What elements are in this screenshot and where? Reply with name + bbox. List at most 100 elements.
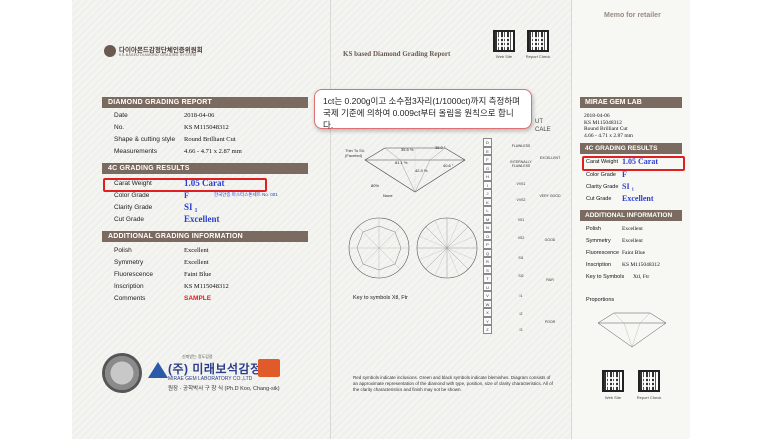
c4-row-clarity: Clarity Grade SI ₁ xyxy=(114,202,304,214)
scale-letter: W xyxy=(483,299,492,308)
report-section-title: DIAMOND GRADING REPORT xyxy=(102,97,308,108)
scale-letter: Q xyxy=(483,248,492,257)
memo-website-qr-caption: Web Site xyxy=(604,395,622,400)
report-check-qr-icon[interactable] xyxy=(527,30,549,52)
row-label: Comments xyxy=(114,295,146,302)
row-value: Excellent xyxy=(622,226,643,232)
memo-cut-value: Excellent xyxy=(622,194,654,203)
row-label: Cut Grade xyxy=(586,196,612,202)
scale-letter: Z xyxy=(483,325,492,334)
clarity-value: SI ₁ xyxy=(184,202,198,212)
memo-clarity-value: SI ₁ xyxy=(622,182,634,191)
row-label: Polish xyxy=(114,247,132,254)
memo-c4-row-color: Color Grade F xyxy=(586,170,686,179)
scale-letter: H xyxy=(483,172,492,181)
cut-value: Excellent xyxy=(184,214,220,224)
lab-name-english: MIRAE GEM LABORATORY CO.,LTD xyxy=(168,376,253,382)
report-header-title: KS based Diamond Grading Report xyxy=(343,50,451,58)
clarity-label: SI2 xyxy=(518,274,524,278)
additional-row: Polish Excellent xyxy=(114,247,304,257)
lab-stamp-icon xyxy=(258,359,280,377)
memo-c4-title: 4C GRADING RESULTS xyxy=(580,143,682,154)
cut-scale: EXCELLENT VERY GOOD GOOD FAIR POOR xyxy=(535,138,565,343)
pavilion-angle: 40.6 ° xyxy=(443,163,454,168)
scale-letter: J xyxy=(483,189,492,198)
row-label: Cut Grade xyxy=(114,216,144,223)
pavilion-depth: 42.3 % xyxy=(415,168,428,173)
scale-letter: U xyxy=(483,282,492,291)
info-line: 4.66 - 4.71 x 2.87 mm xyxy=(584,132,633,139)
committee-subtitle: KS-BASED DIAMOND GRADING SYSTEM xyxy=(119,53,197,57)
diagram-footnote: Red symbols indicate inclusions. Green a… xyxy=(353,375,553,392)
row-label: Clarity Grade xyxy=(114,204,153,211)
memo-report-check-qr-caption: Report Check xyxy=(636,395,662,400)
row-label: Shape & cutting style xyxy=(114,136,176,143)
cut-label: VERY GOOD xyxy=(539,194,561,198)
report-row: Date 2018-04-06 xyxy=(114,112,304,122)
scale-letter: F xyxy=(483,155,492,164)
memo-report-check-qr-icon[interactable] xyxy=(638,370,660,392)
row-value: Xtl, Ftr xyxy=(633,274,650,280)
memo-proportions-diagram xyxy=(597,312,667,348)
row-label: Clarity Grade xyxy=(586,184,619,190)
clarity-label: I2 xyxy=(519,312,523,316)
scale-letter: Y xyxy=(483,316,492,325)
row-label: Measurements xyxy=(114,148,157,155)
row-label: Date xyxy=(114,112,128,119)
memo-title: Memo for retailer xyxy=(604,12,661,19)
lab-seal-icon xyxy=(102,353,142,393)
row-value: KS M115048312 xyxy=(184,124,229,131)
memo-additional-row: Symmetry Excellent xyxy=(586,238,686,244)
crown-plot-diagram xyxy=(348,217,410,279)
middle-report-panel: KS based Diamond Grading Report Web Site… xyxy=(331,0,572,439)
website-qr-caption: Web Site xyxy=(495,54,513,59)
row-label: Fluorescence xyxy=(586,250,620,256)
scale-letter: N xyxy=(483,223,492,232)
crown-angle: 35.0 ° xyxy=(435,145,446,150)
clarity-label: INTERNALLY FLAWLESS xyxy=(510,160,532,168)
cut-header-2: CALE xyxy=(535,127,551,133)
website-qr-icon[interactable] xyxy=(493,30,515,52)
pavilion-plot-diagram xyxy=(416,217,478,279)
info-line: Round Brilliant Cut xyxy=(584,126,628,132)
depth-pct: 61.1 % xyxy=(395,160,408,165)
row-label: Symmetry xyxy=(586,238,611,244)
additional-row: Comments SAMPLE xyxy=(114,295,304,305)
sample-value: SAMPLE xyxy=(184,295,212,302)
row-value: KS M115048312 xyxy=(622,262,660,268)
lab-director: 원장 · 공학박사 구 창 식 (Ph.D Koo, Chang-sik) xyxy=(168,386,280,392)
clarity-scale: FLAWLESS INTERNALLY FLAWLESS VVS1 VVS2 V… xyxy=(509,138,533,343)
c4-row-carat: Carat Weight 1.05 Carat xyxy=(114,178,304,190)
additional-row: Symmetry Excellent xyxy=(114,259,304,269)
row-label: Color Grade xyxy=(586,172,616,178)
scale-letter: P xyxy=(483,240,492,249)
memo-c4-row-carat: Carat Weight 1.05 Carat xyxy=(586,157,686,166)
scale-letter: T xyxy=(483,274,492,283)
row-label: Carat Weight xyxy=(114,180,152,187)
cut-label: EXCELLENT xyxy=(539,156,561,160)
scale-letter: S xyxy=(483,265,492,274)
cut-label: GOOD xyxy=(544,238,556,242)
c4-section-title: 4C GRADING RESULTS xyxy=(102,163,308,174)
memo-additional-row: Key to Symbols Xtl, Ftr xyxy=(586,274,686,280)
lab-title-bar: MIRAE GEM LAB xyxy=(580,97,682,108)
carat-value: 1.05 Carat xyxy=(184,178,225,188)
clarity-label: FLAWLESS xyxy=(511,144,531,148)
clarity-label: VVS2 xyxy=(516,198,526,202)
lab-logo-icon xyxy=(148,362,168,378)
scale-letter: E xyxy=(483,146,492,155)
master-stone-note: 한국안증 마스터스톤세트 No. 001 xyxy=(214,192,278,197)
additional-row: Fluorescence Faint Blue xyxy=(114,271,304,281)
memo-website-qr-icon[interactable] xyxy=(602,370,624,392)
memo-info-lines: 2018-04-06 KS M115048312 Round Brilliant… xyxy=(584,113,633,139)
clarity-label: SI1 xyxy=(518,256,524,260)
additional-row: Inscription KS M115048312 xyxy=(114,283,304,293)
report-row: No. KS M115048312 xyxy=(114,124,304,134)
scale-letter: O xyxy=(483,231,492,240)
memo-additional-row: Fluorescence Faint Blue xyxy=(586,250,686,256)
lower-half-pct: 80% xyxy=(371,183,380,188)
clarity-label: VS1 xyxy=(517,218,525,222)
row-label: Carat Weight xyxy=(586,159,618,165)
clarity-label: VVS1 xyxy=(516,182,526,186)
row-value: Round Brilliant Cut xyxy=(184,136,236,143)
